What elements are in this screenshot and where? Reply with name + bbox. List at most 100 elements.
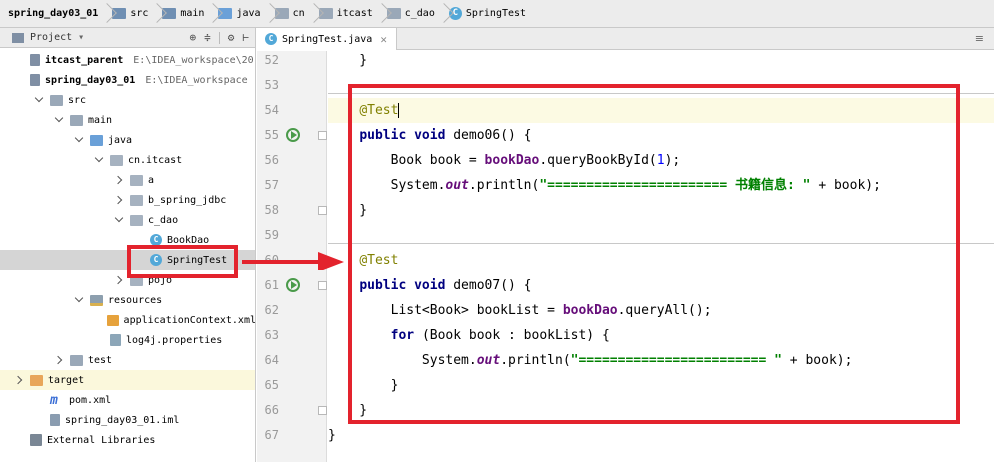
close-tab-icon[interactable]: ✕	[380, 33, 387, 46]
fold-marker-icon[interactable]	[318, 281, 327, 290]
module-icon	[30, 54, 40, 66]
line-number: 54	[264, 103, 279, 117]
fold-marker-icon[interactable]	[318, 206, 327, 215]
line-number: 55	[264, 128, 279, 142]
tree-item[interactable]: java	[0, 130, 255, 150]
props-icon	[110, 334, 121, 346]
chevron-right-icon[interactable]	[54, 355, 64, 365]
tree-item-label: cn.itcast	[128, 154, 183, 166]
tree-item-label: External Libraries	[47, 434, 156, 446]
breadcrumb-item[interactable]: main	[160, 0, 208, 27]
code-token: }	[328, 53, 368, 68]
scroll-from-source-icon[interactable]: ⊕	[190, 31, 197, 44]
breadcrumb-item[interactable]: java	[216, 0, 264, 27]
tree-item[interactable]: test	[0, 350, 255, 370]
tree-item[interactable]: src	[0, 90, 255, 110]
breadcrumb-separator	[152, 0, 160, 28]
tree-item[interactable]: main	[0, 110, 255, 130]
line-number: 57	[264, 178, 279, 192]
gear-icon[interactable]: ⚙	[228, 31, 235, 44]
java-icon	[90, 134, 103, 146]
tree-item[interactable]: c_dao	[0, 210, 255, 230]
line-number: 63	[264, 328, 279, 342]
hide-panel-icon[interactable]: ⊢	[242, 31, 249, 44]
tree-item-label: spring_day03_01	[45, 74, 136, 86]
tree-item-label: java	[108, 134, 133, 146]
code-line: }	[328, 48, 994, 73]
run-test-icon[interactable]	[286, 278, 300, 292]
tree-item[interactable]: b_spring_jdbc	[0, 190, 255, 210]
pkg-icon	[130, 174, 143, 186]
tree-item[interactable]: log4j.properties	[0, 330, 255, 350]
editor-tab-bar: C SpringTest.java ✕ ≡	[257, 28, 994, 50]
tree-item-path: E:\IDEA_workspace\20	[133, 54, 254, 66]
breadcrumb-label: itcast	[336, 8, 373, 19]
line-number: 64	[264, 353, 279, 367]
tree-item-label: pom.xml	[69, 394, 112, 406]
tree-item-label: test	[88, 354, 113, 366]
tree-item-label: c_dao	[148, 214, 179, 226]
tree-item[interactable]: applicationContext.xml	[0, 310, 256, 330]
run-test-icon[interactable]	[286, 128, 300, 142]
tree-item-path: E:\IDEA_workspace	[145, 74, 248, 86]
fold-marker-icon[interactable]	[318, 406, 327, 415]
breadcrumb-label: src	[130, 8, 149, 19]
chevron-down-icon[interactable]	[74, 295, 84, 305]
breadcrumb-separator	[309, 0, 317, 28]
libs-icon	[30, 434, 42, 446]
project-view-dropdown-icon[interactable]: ▾	[78, 32, 84, 43]
tree-item-label: a	[148, 174, 155, 186]
target-icon	[30, 374, 43, 386]
tree-item[interactable]: target	[0, 370, 255, 390]
tree-item-label: applicationContext.xml	[123, 314, 256, 326]
navigation-breadcrumb: spring_day03_01 src main java cn itcast c_dao C…	[0, 0, 994, 28]
chevron-down-icon[interactable]	[34, 95, 44, 105]
line-number: 53	[264, 78, 279, 92]
chevron-right-icon[interactable]	[114, 275, 124, 285]
tab-springtest-java[interactable]: C SpringTest.java ✕	[257, 28, 397, 50]
tree-item[interactable]: External Libraries	[0, 430, 255, 450]
project-panel-title[interactable]: Project	[30, 32, 72, 43]
breadcrumb-item[interactable]: C SpringTest	[447, 0, 530, 27]
breadcrumb-item[interactable]: src	[110, 0, 152, 27]
collapse-all-icon[interactable]: ≑	[204, 31, 211, 44]
tree-item[interactable]: a	[0, 170, 255, 190]
tree-item-label: BookDao	[167, 234, 210, 246]
tree-item[interactable]: itcast_parent E:\IDEA_workspace\20	[0, 50, 255, 70]
tree-item[interactable]: spring_day03_01.iml	[0, 410, 255, 430]
xml-icon	[106, 314, 119, 326]
tree-item[interactable]: cn.itcast	[0, 150, 255, 170]
folder-icon	[70, 354, 83, 366]
chevron-down-icon[interactable]	[94, 155, 104, 165]
red-arrow-icon	[242, 252, 344, 270]
project-panel-header: Project ▾ ⊕ ≑ ⚙ ⊢	[0, 28, 255, 48]
tree-item[interactable]: m pom.xml	[0, 390, 255, 410]
breadcrumb-separator	[439, 0, 447, 28]
line-number: 67	[264, 428, 279, 442]
tab-list-icon[interactable]: ≡	[975, 32, 984, 45]
chevron-right-icon[interactable]	[114, 195, 124, 205]
chevron-down-icon[interactable]	[54, 115, 64, 125]
breadcrumb-item[interactable]: c_dao	[385, 0, 439, 27]
pkg-icon	[110, 154, 123, 166]
line-number: 52	[264, 53, 279, 67]
breadcrumb-label: spring_day03_01	[8, 8, 99, 19]
tree-item[interactable]: resources	[0, 290, 255, 310]
breadcrumb-item[interactable]: spring_day03_01	[6, 0, 102, 27]
breadcrumb-item[interactable]: itcast	[317, 0, 377, 27]
chevron-down-icon[interactable]	[74, 135, 84, 145]
breadcrumb-label: cn	[292, 8, 305, 19]
fold-marker-icon[interactable]	[318, 131, 327, 140]
tree-item-label: target	[48, 374, 85, 386]
tree-item[interactable]: spring_day03_01 E:\IDEA_workspace	[0, 70, 255, 90]
chevron-right-icon[interactable]	[114, 175, 124, 185]
breadcrumb-label: main	[180, 8, 205, 19]
breadcrumb-separator	[265, 0, 273, 28]
tree-item-label: itcast_parent	[45, 54, 124, 66]
line-number: 56	[264, 153, 279, 167]
chevron-down-icon[interactable]	[114, 215, 124, 225]
breadcrumb-label: java	[236, 8, 261, 19]
chevron-right-icon[interactable]	[14, 375, 24, 385]
breadcrumb-separator	[208, 0, 216, 28]
toolbar-separator	[218, 31, 220, 44]
